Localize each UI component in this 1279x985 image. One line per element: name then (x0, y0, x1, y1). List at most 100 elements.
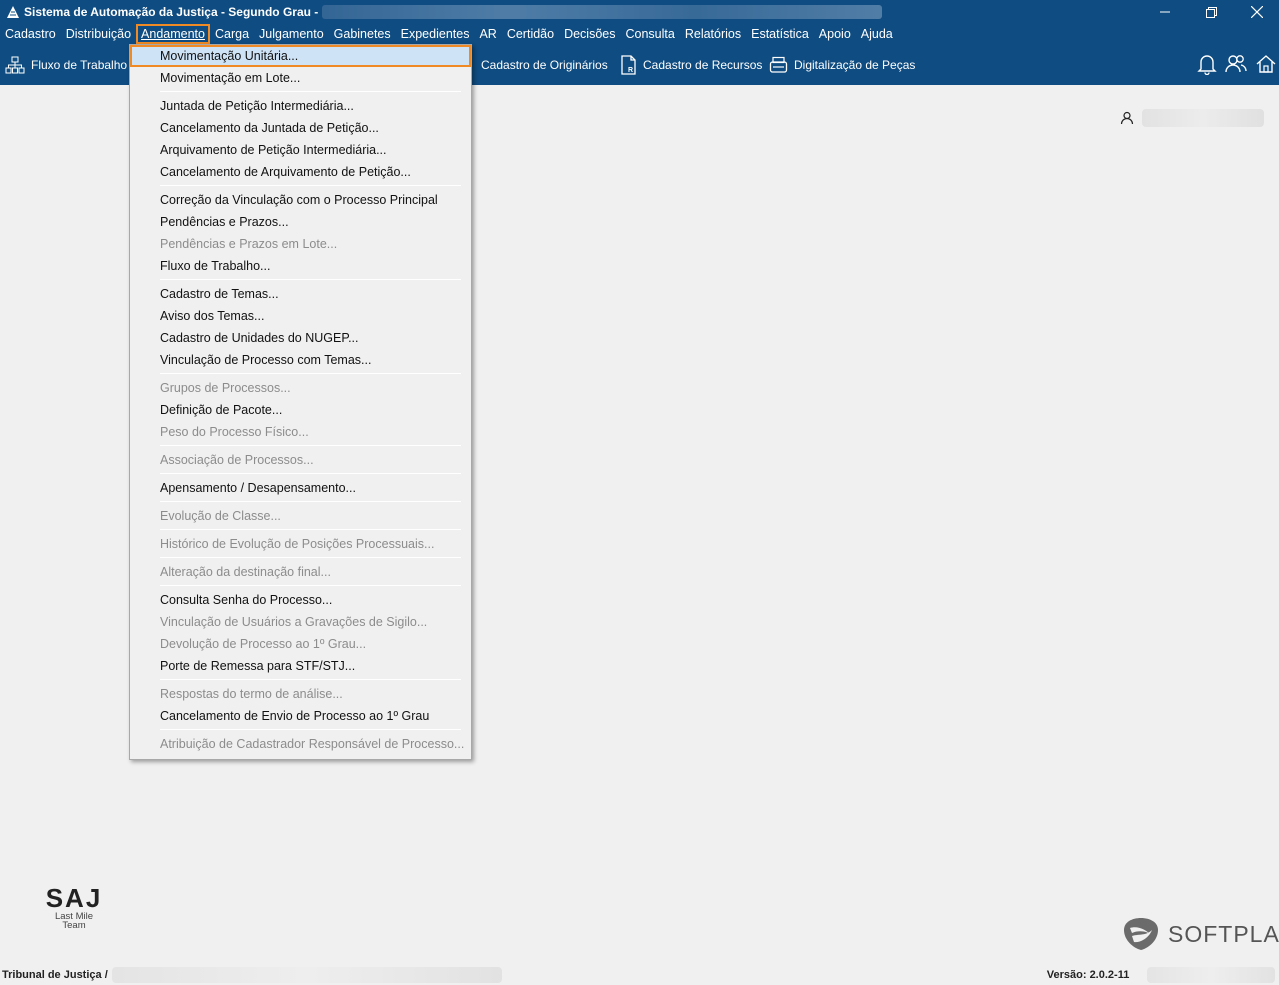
dropdown-item[interactable]: Vinculação de Processo com Temas... (130, 349, 471, 371)
minimize-button[interactable] (1142, 0, 1188, 24)
close-icon (1251, 6, 1263, 18)
tribunal-name-redacted (111, 966, 502, 983)
menu-apoio[interactable]: Apoio (814, 24, 856, 44)
menu-separator (160, 679, 461, 680)
menu-separator (160, 445, 461, 446)
andamento-dropdown-menu: Movimentação Unitária... Movimentação em … (129, 44, 472, 760)
digitalizacao-de-pecas-button[interactable]: Digitalização de Peças (769, 44, 915, 85)
dropdown-item[interactable]: Apensamento / Desapensamento... (130, 477, 471, 499)
menu-label: Distribuição (65, 27, 132, 41)
cadastro-de-recursos-button[interactable]: R Cadastro de Recursos (620, 44, 762, 85)
main-menu-bar: Cadastro Distribuição Andamento Carga Julgam… (0, 24, 1279, 44)
saj-logo: SAJ Last Mile Team (42, 884, 106, 930)
menu-separator (160, 501, 461, 502)
dropdown-item[interactable]: Porte de Remessa para STF/STJ... (130, 655, 471, 677)
dropdown-item[interactable]: Cancelamento de Envio de Processo ao 1º … (130, 705, 471, 727)
dropdown-item[interactable]: Aviso dos Temas... (130, 305, 471, 327)
dropdown-item: Atribuição de Cadastrador Responsável de… (160, 737, 465, 751)
menu-decisoes[interactable]: Decisões (559, 24, 620, 44)
app-logo-icon (7, 6, 19, 18)
menu-consulta[interactable]: Consulta (621, 24, 680, 44)
dropdown-item: Vinculação de Usuários a Gravações de Si… (160, 615, 428, 629)
dropdown-item[interactable]: Cadastro de Unidades do NUGEP... (130, 327, 471, 349)
dropdown-item: Alteração da destinação final... (160, 565, 331, 579)
status-info-redacted (1147, 966, 1276, 983)
menu-andamento[interactable]: Andamento (136, 24, 210, 44)
menu-separator (160, 185, 461, 186)
user-info (1120, 109, 1264, 127)
dropdown-item[interactable]: Consulta Senha do Processo... (130, 589, 471, 611)
menu-cadastro[interactable]: Cadastro (0, 24, 61, 44)
menu-separator (160, 529, 461, 530)
saj-logo-line2: Team (62, 920, 86, 931)
menu-gabinetes[interactable]: Gabinetes (329, 24, 396, 44)
menu-distribuicao[interactable]: Distribuição (61, 24, 136, 44)
window-title-redacted (322, 5, 883, 19)
document-r-icon: R (621, 54, 636, 75)
dropdown-item[interactable]: Movimentação Unitária... (130, 45, 471, 67)
dropdown-item[interactable]: Cadastro de Temas... (130, 283, 471, 305)
sitemap-icon (5, 56, 25, 73)
digitalizacao-de-pecas-label: Digitalização de Peças (794, 57, 916, 72)
menu-relatorios[interactable]: Relatórios (680, 24, 746, 44)
svg-text:R: R (628, 67, 633, 74)
user-icon (1120, 111, 1134, 125)
menu-estatistica[interactable]: Estatística (746, 24, 814, 44)
saj-logo-text: SAJ (45, 883, 103, 913)
dropdown-item[interactable]: Definição de Pacote... (130, 399, 471, 421)
menu-julgamento[interactable]: Julgamento (254, 24, 329, 44)
dropdown-item[interactable]: Correção da Vinculação com o Processo Pr… (130, 189, 471, 211)
menu-label: Gabinetes (333, 27, 391, 41)
cadastro-de-originarios-button[interactable]: Cadastro de Originários (481, 44, 608, 85)
dropdown-item[interactable]: Pendências e Prazos... (130, 211, 471, 233)
menu-label: Estatística (751, 27, 809, 41)
menu-certidao[interactable]: Certidão (502, 24, 559, 44)
menu-separator (160, 729, 461, 730)
status-bar: Tribunal de Justiça / Versão: 2.0.2-11 (0, 964, 1279, 985)
menu-label: Andamento (141, 27, 205, 41)
dropdown-item: Grupos de Processos... (160, 381, 291, 395)
menu-expedientes[interactable]: Expedientes (396, 24, 475, 44)
notifications-button[interactable] (1196, 52, 1218, 76)
dropdown-item[interactable]: Cancelamento da Juntada de Petição... (130, 117, 471, 139)
dropdown-item: Respostas do termo de análise... (160, 687, 343, 701)
dropdown-item: Evolução de Classe... (160, 509, 281, 523)
dropdown-item[interactable]: Movimentação em Lote... (130, 67, 471, 89)
restore-icon (1205, 6, 1217, 18)
menu-label: Expedientes (400, 27, 470, 41)
dropdown-item[interactable]: Arquivamento de Petição Intermediária... (130, 139, 471, 161)
home-button[interactable] (1255, 52, 1277, 76)
dropdown-item[interactable]: Juntada de Petição Intermediária... (130, 95, 471, 117)
menu-separator (160, 557, 461, 558)
dropdown-item: Pendências e Prazos em Lote... (160, 237, 338, 251)
fluxo-de-trabalho-label: Fluxo de Trabalho (31, 57, 128, 72)
menu-separator (160, 279, 461, 280)
close-button[interactable] (1234, 0, 1279, 24)
dropdown-item[interactable]: Fluxo de Trabalho... (130, 255, 471, 277)
cadastro-de-recursos-label: Cadastro de Recursos (643, 57, 763, 72)
cadastro-de-originarios-label: Cadastro de Originários (481, 57, 608, 72)
menu-label: AR (479, 27, 497, 41)
menu-carga[interactable]: Carga (210, 24, 254, 44)
dropdown-item: Peso do Processo Físico... (160, 425, 309, 439)
menu-label: Certidão (506, 27, 555, 41)
fluxo-de-trabalho-button[interactable]: Fluxo de Trabalho (5, 44, 127, 85)
menu-separator (160, 91, 461, 92)
users-button[interactable] (1224, 52, 1248, 76)
dropdown-item: Associação de Processos... (160, 453, 314, 467)
menu-separator (160, 473, 461, 474)
version-label: Versão: 2.0.2-11 (1046, 968, 1130, 981)
dropdown-item[interactable]: Cancelamento de Arquivamento de Petição.… (130, 161, 471, 183)
restore-button[interactable] (1188, 0, 1234, 24)
menu-ar[interactable]: AR (474, 24, 501, 44)
tribunal-label: Tribunal de Justiça / (2, 968, 108, 981)
menu-label: Decisões (564, 27, 616, 41)
menu-separator (160, 585, 461, 586)
menu-label: Consulta (625, 27, 675, 41)
dropdown-item: Devolução de Processo ao 1º Grau... (160, 637, 367, 651)
menu-label: Cadastro (5, 27, 56, 41)
menu-label: Apoio (818, 27, 851, 41)
menu-ajuda[interactable]: Ajuda (856, 24, 898, 44)
menu-label: Julgamento (259, 27, 324, 41)
softplan-wordmark: SOFTPLAN (1168, 920, 1279, 947)
